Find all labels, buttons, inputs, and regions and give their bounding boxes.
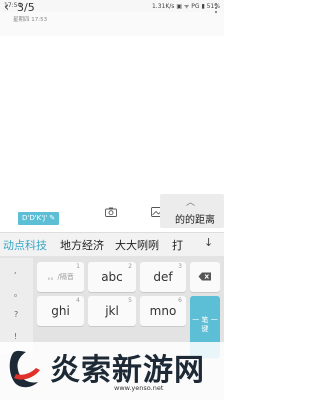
key-num: 1 — [76, 263, 80, 270]
status-indicators: 1.31K/s ▣ ᯤ PG ▮ 51% — [151, 3, 220, 10]
key-5[interactable]: 5 jkl — [88, 296, 136, 326]
watermark-title: 炎索新游网 — [50, 353, 205, 388]
watermark-url: www.yenso.net — [114, 384, 164, 392]
candidate-item[interactable]: 打 — [172, 237, 183, 253]
expand-candidates-icon[interactable]: ↓ — [204, 236, 213, 249]
key-num: 2 — [128, 263, 132, 270]
key-num: 5 — [128, 297, 132, 304]
chevron-left-icon[interactable]: ‹ — [4, 1, 9, 14]
font-tag[interactable]: D'D'K'J' ✎ — [18, 212, 60, 225]
edit-pencil-icon: ✎ — [49, 214, 56, 222]
key-3[interactable]: 3 def — [140, 262, 186, 292]
popup-candidate[interactable]: 的的距离 — [175, 211, 215, 226]
chevron-up-icon[interactable]: ︿ — [186, 195, 195, 208]
punct-key[interactable]: ! — [14, 332, 17, 341]
page-indicator: 3/5 — [17, 1, 35, 14]
key-num: 6 — [178, 297, 182, 304]
note-body[interactable] — [0, 36, 224, 206]
punct-key[interactable]: , — [14, 266, 17, 275]
key-1[interactable]: 1 ，。/隔音 — [37, 262, 84, 292]
candidate-item[interactable]: 地方经济 — [60, 237, 104, 253]
more-vertical-icon[interactable] — [215, 3, 217, 15]
candidate-item[interactable]: 动点科技 — [3, 237, 47, 253]
candidate-item[interactable]: 大大咧咧 — [115, 237, 159, 253]
key-num: 3 — [178, 263, 182, 270]
font-tag-label: D'D'K'J' — [22, 214, 48, 222]
key-2[interactable]: 2 abc — [88, 262, 136, 292]
watermark-logo — [9, 350, 40, 388]
punct-key[interactable]: ? — [14, 310, 18, 319]
key-num: 4 — [76, 297, 80, 304]
delete-key[interactable] — [190, 262, 220, 292]
key-6[interactable]: 6 mno — [140, 296, 186, 326]
note-date: 星期四 17:53 — [13, 17, 48, 23]
punct-key[interactable]: 。 — [14, 288, 22, 299]
key-4[interactable]: 4 ghi — [37, 296, 84, 326]
backspace-icon — [198, 272, 211, 281]
camera-icon[interactable] — [105, 207, 117, 217]
clear-key-label: 一 笔 一 键 — [192, 316, 218, 333]
